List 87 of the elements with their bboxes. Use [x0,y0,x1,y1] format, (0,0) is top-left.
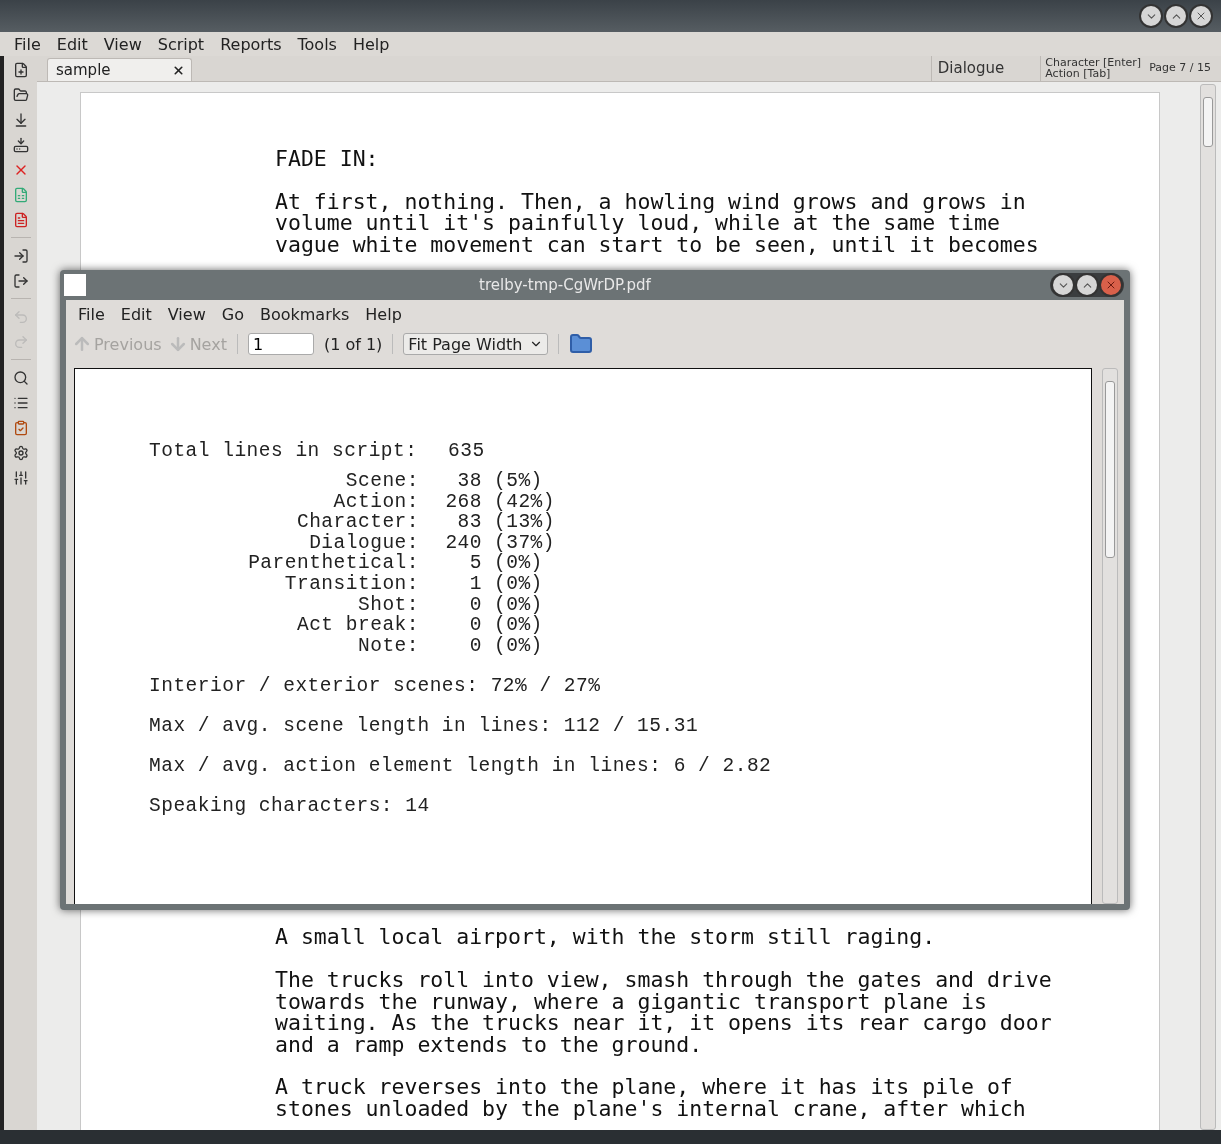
maximize-button[interactable] [1077,275,1097,295]
menu-item[interactable]: Help [344,34,398,54]
script-paragraph: The trucks roll into view, smash through the gates and drive towards the runway, where a gigantic transport plane is waiting. As the trucks near it, it opens its rear cargo door and a ramp extends to the ground. [275,968,1053,1056]
report-line: Interior / exterior scenes: 72% / 27% [149,676,602,697]
report-percent: (42%) [494,491,556,513]
shortcut-hint: Character [Enter] [1045,57,1142,68]
drive-download-icon [12,136,29,153]
file-plus-icon [12,61,29,78]
report-label: Total lines in script: [149,441,419,461]
app-icon [64,274,86,296]
menu-item[interactable]: File [6,34,49,54]
report-percent: (0%) [494,553,544,574]
menu-item[interactable]: Script [149,34,213,54]
undo-icon [12,308,29,325]
menu-item[interactable]: View [159,304,214,324]
report-label: Dialogue: [309,532,419,554]
report-percent: (5%) [494,471,544,492]
menu-item[interactable]: Tools [289,34,345,54]
report-label: Transition: [283,573,419,595]
report-label: Character: [295,512,419,533]
report-count: 0 [468,594,483,616]
report-percent: (0%) [494,615,544,636]
menu-item[interactable]: Go [213,304,252,324]
sliders-icon [12,469,29,486]
shortcut-hint: Action [Tab] [1045,68,1111,79]
minimize-button[interactable] [1141,6,1161,26]
page-number-field[interactable]: 1 [247,333,314,355]
report-percent: (0%) [494,635,544,657]
window-title: trelby-tmp-CgWrDP.pdf [478,276,652,294]
search-icon [12,369,29,386]
report-percent: (0%) [494,594,544,616]
report-label: Parenthetical: [247,553,419,574]
script-paragraph: A truck reverses into the plane, where it has its pile of stones unloaded by the plane's internal crane, after which [275,1076,1027,1120]
scrollbar-thumb[interactable] [1203,97,1213,147]
logout-icon [12,272,29,289]
report-percent: (13%) [494,512,556,533]
report-line: Max / avg. scene length in lines: 112 / 15.31 [149,716,700,737]
report-count: 268 [444,491,483,513]
report-label: Note: [357,635,419,657]
login-icon [12,247,29,264]
folder-icon [12,86,29,103]
folder-icon[interactable] [568,332,593,356]
menu-item[interactable]: Edit [48,34,96,54]
report-line: Max / avg. action element length in lines: 6 / 2.82 [149,756,773,777]
document-icon [12,211,29,228]
settings-icon [12,444,29,461]
page-count: (1 of 1) [323,334,383,354]
report-line: Speaking characters: 14 [149,796,431,817]
tab-label: sample [56,61,111,79]
close-icon[interactable] [172,63,185,77]
document-tab[interactable]: sample [47,58,192,81]
scrollbar-thumb[interactable] [1105,381,1115,558]
report-value: 635 [448,441,485,461]
page-indicator: Page 7 / 15 [1148,60,1212,76]
report-count: 38 [456,471,483,492]
close-button[interactable] [1191,6,1211,26]
menu-item[interactable]: Help [357,304,410,324]
menu-item[interactable]: Bookmarks [251,304,358,324]
minimize-button[interactable] [1053,275,1073,295]
spreadsheet-icon [12,186,29,203]
menu-item[interactable]: File [70,304,113,324]
report-label: Act break: [295,615,419,636]
report-label: Scene: [344,471,419,492]
scrollbar[interactable] [1102,368,1118,904]
close-icon [1195,10,1207,22]
report-count: 240 [444,532,483,554]
zoom-dropdown[interactable]: Fit Page Width [403,333,548,355]
scrollbar[interactable] [1200,84,1216,1130]
script-paragraph: FADE IN: [275,148,380,170]
script-paragraph: At first, nothing. Then, a howling wind grows and grows in volume until it's painfully loud, while at the same time vague white movement can start to be seen, until it becomes [275,190,1040,256]
script-paragraph: A small local airport, with the storm still raging. [275,926,937,948]
report-count: 0 [468,635,483,657]
report-count: 0 [468,615,483,636]
close-icon [1105,279,1117,291]
report-percent: (37%) [494,532,556,554]
report-label: Action: [333,491,419,513]
menu-item[interactable]: View [95,34,150,54]
report-percent: (0%) [494,573,544,595]
maximize-button[interactable] [1166,6,1186,26]
redo-icon [12,333,29,350]
report-label: Shot: [358,594,419,616]
menu-item[interactable]: Reports [212,34,290,54]
menu-item[interactable]: Edit [112,304,160,324]
report-count: 83 [456,512,483,533]
report-count: 5 [468,553,483,574]
clipboard-check-icon [12,419,29,436]
report-count: 1 [468,573,483,595]
